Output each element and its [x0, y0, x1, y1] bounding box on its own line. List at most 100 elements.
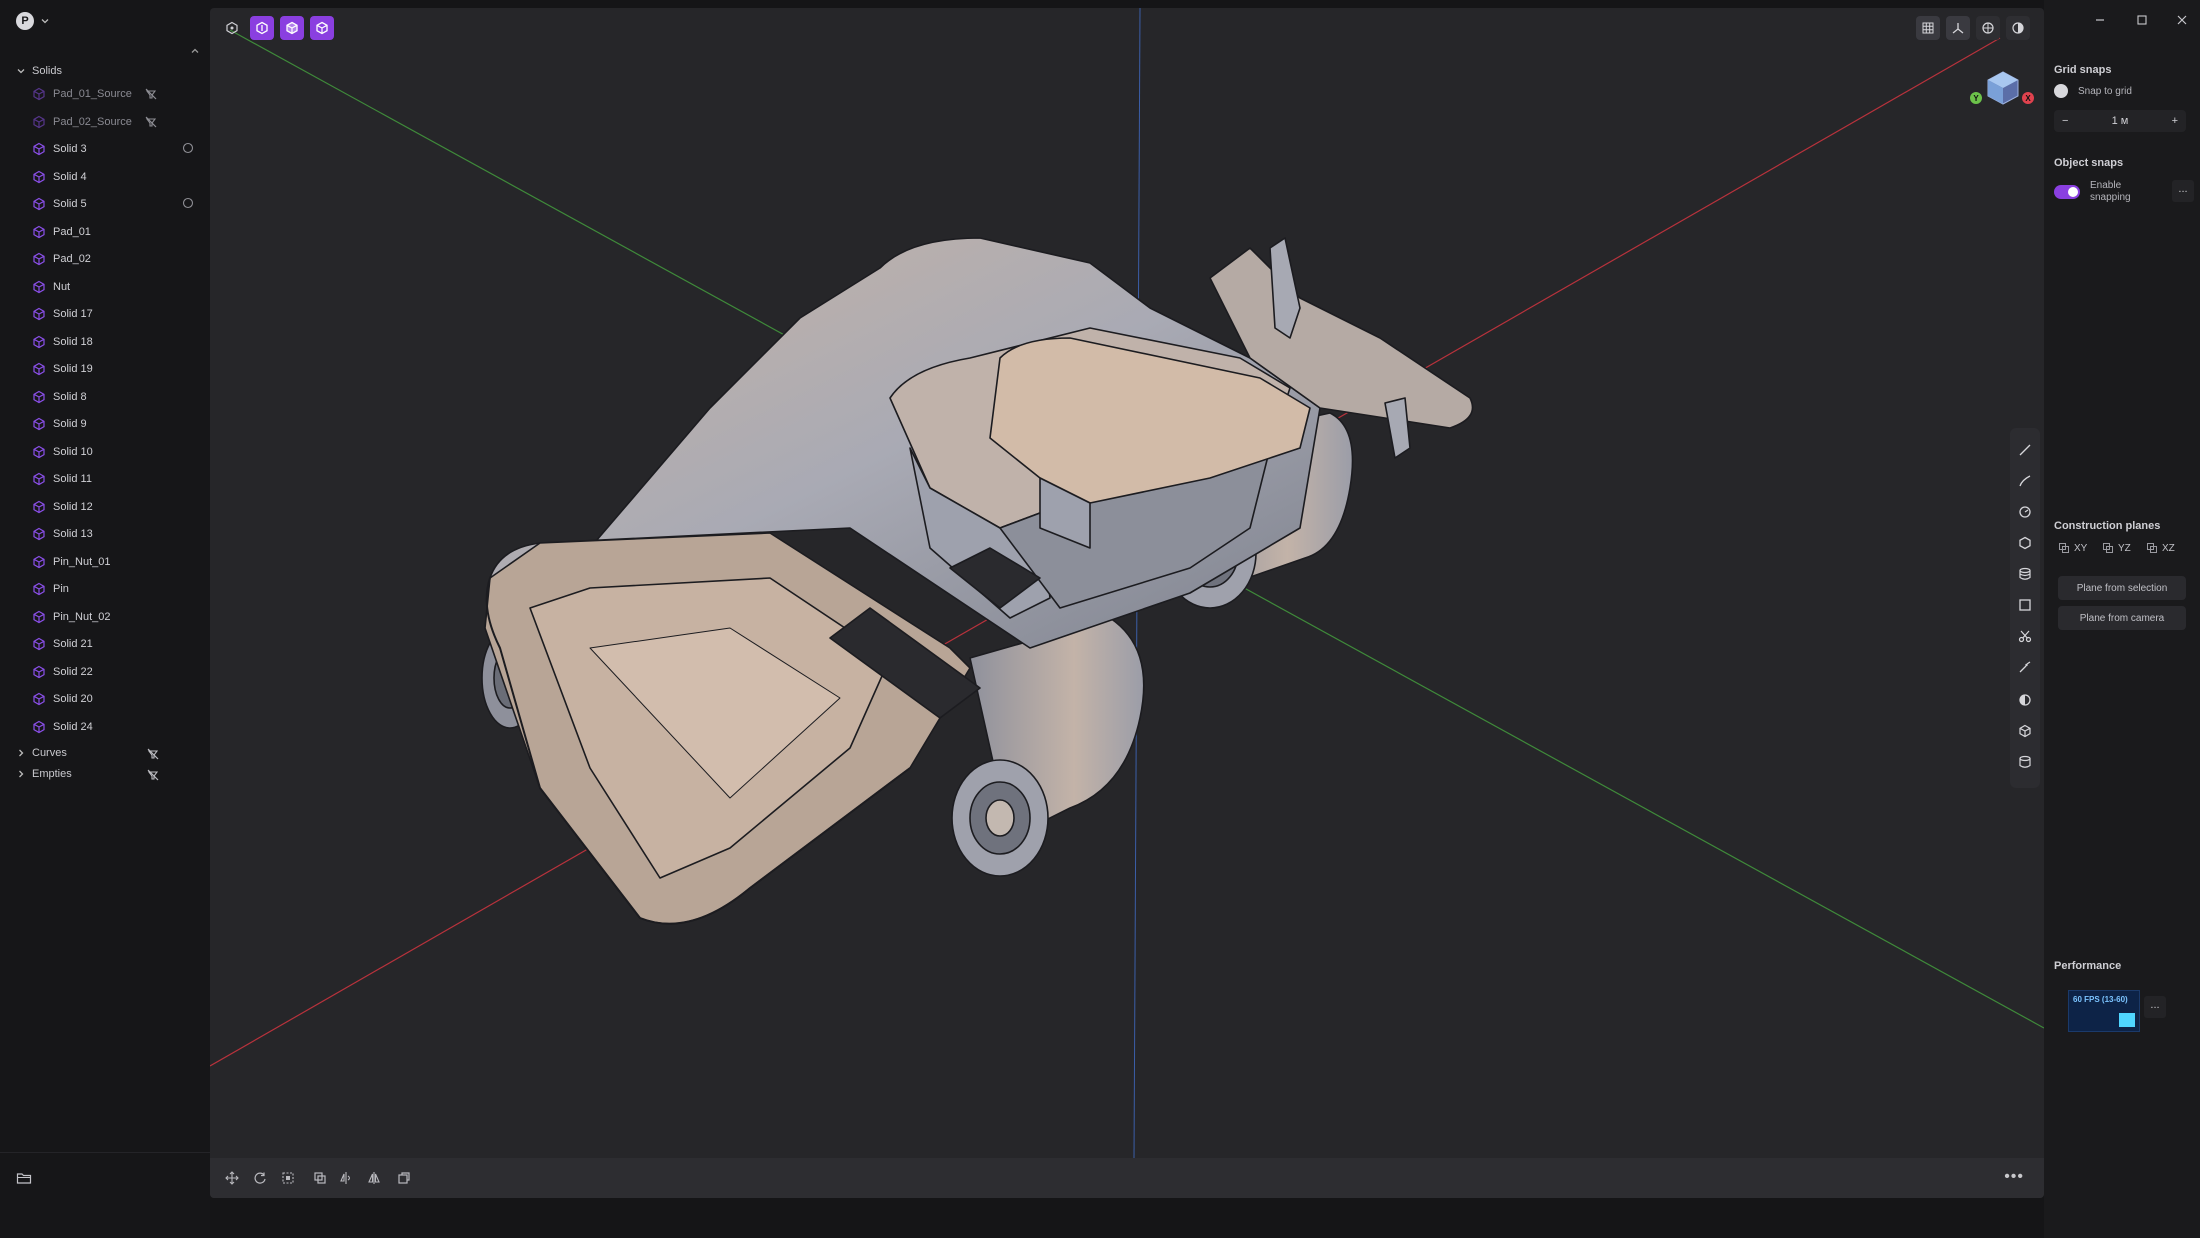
grid-toggle-button[interactable]	[1916, 16, 1940, 40]
tree-item[interactable]: Solid 17	[32, 303, 202, 325]
solid-icon	[32, 225, 46, 239]
plane-yz-button[interactable]: YZ	[2102, 542, 2131, 554]
hidden-icon[interactable]	[146, 747, 160, 761]
transform-toolbar: •••	[210, 1158, 2044, 1198]
tree-item[interactable]: Solid 19	[32, 358, 202, 380]
properties-panel: Grid snaps Snap to grid − 1 м + Object s…	[2044, 0, 2200, 1238]
increment-button[interactable]: +	[2172, 115, 2178, 127]
tree-item[interactable]: Solid 11	[32, 468, 202, 490]
tree-item[interactable]: Pad_01	[32, 221, 202, 243]
more-options-button[interactable]: •••	[2004, 1168, 2024, 1186]
circle-icon[interactable]	[182, 142, 194, 154]
fps-graph[interactable]: 60 FPS (13-60)	[2068, 990, 2140, 1032]
cut-tool-button[interactable]	[2015, 626, 2035, 646]
radio-toggle[interactable]	[2054, 84, 2068, 98]
solid-icon	[32, 637, 46, 651]
scene-canvas[interactable]	[210, 8, 2044, 1198]
tree-item[interactable]: Solid 5	[32, 193, 202, 215]
copy-button[interactable]	[394, 1168, 414, 1188]
tree-item[interactable]: Pad_01_Source	[32, 83, 202, 105]
solid-icon	[32, 610, 46, 624]
tree-item[interactable]: Pin	[32, 578, 202, 600]
collapse-up-icon[interactable]	[190, 46, 200, 56]
plane-xz-button[interactable]: XZ	[2146, 542, 2175, 554]
trim-tool-button[interactable]	[2015, 657, 2035, 677]
enable-snapping-toggle[interactable]: Enable snapping	[2054, 180, 2131, 204]
select-tool-button[interactable]	[220, 16, 244, 40]
hidden-icon[interactable]	[144, 87, 158, 101]
scale-button[interactable]	[278, 1168, 298, 1188]
tree-item[interactable]: Solid 10	[32, 441, 202, 463]
tree-item[interactable]: Solid 8	[32, 386, 202, 408]
snap-to-grid-label: Snap to grid	[2078, 85, 2132, 97]
view-gizmo[interactable]: Y X	[1968, 64, 2038, 120]
shading-mode-button[interactable]	[2006, 16, 2030, 40]
rotate-button[interactable]	[250, 1168, 270, 1188]
tree-item-label: Solid 13	[53, 528, 93, 540]
circle-tool-button[interactable]	[2015, 502, 2035, 522]
chevron-down-icon	[16, 66, 26, 76]
decrement-button[interactable]: −	[2062, 115, 2068, 127]
mirror-button[interactable]	[336, 1168, 356, 1188]
solid-icon	[32, 142, 46, 156]
app-menu[interactable]: P	[16, 12, 50, 30]
tree-item[interactable]: Solid 20	[32, 688, 202, 710]
body-select-button[interactable]	[310, 16, 334, 40]
tree-item[interactable]: Pin_Nut_02	[32, 606, 202, 628]
tree-item[interactable]: Solid 4	[32, 166, 202, 188]
tree-item[interactable]: Pad_02_Source	[32, 111, 202, 133]
axes-toggle-button[interactable]	[1946, 16, 1970, 40]
toggle-switch[interactable]	[2054, 185, 2080, 199]
hidden-icon[interactable]	[146, 768, 160, 782]
grid-step-value[interactable]: 1 м	[2112, 115, 2129, 127]
tree-item[interactable]: Solid 9	[32, 413, 202, 435]
flip-button[interactable]	[364, 1168, 384, 1188]
circle-icon[interactable]	[182, 197, 194, 209]
gizmo-y-label[interactable]: Y	[1970, 92, 1982, 104]
render-mode-button[interactable]	[1976, 16, 2000, 40]
solid-select-button[interactable]	[250, 16, 274, 40]
group-empties[interactable]: Empties	[16, 768, 72, 780]
tree-item[interactable]: Solid 21	[32, 633, 202, 655]
cube-tool-button[interactable]	[2015, 721, 2035, 741]
cylinder-tool-button[interactable]	[2015, 752, 2035, 772]
tree-item[interactable]: Solid 12	[32, 496, 202, 518]
tree-item[interactable]: Solid 22	[32, 661, 202, 683]
tree-item[interactable]: Solid 13	[32, 523, 202, 545]
performance-more-button[interactable]: ...	[2144, 996, 2166, 1018]
tree-item[interactable]: Nut	[32, 276, 202, 298]
rectangle-tool-button[interactable]	[2015, 595, 2035, 615]
sphere-tool-button[interactable]	[2015, 690, 2035, 710]
snap-to-grid-toggle[interactable]: Snap to grid	[2054, 84, 2132, 98]
plane-icon	[2058, 542, 2070, 554]
duplicate-button[interactable]	[310, 1168, 330, 1188]
hidden-icon[interactable]	[144, 115, 158, 129]
grid-step-stepper[interactable]: − 1 м +	[2054, 110, 2186, 132]
plane-from-selection-button[interactable]: Plane from selection	[2058, 576, 2186, 600]
tree-item[interactable]: Solid 24	[32, 716, 202, 738]
3d-viewport[interactable]: Y X •••	[210, 8, 2044, 1198]
stack-tool-button[interactable]	[2015, 564, 2035, 584]
polygon-tool-button[interactable]	[2015, 533, 2035, 553]
object-select-button[interactable]	[280, 16, 304, 40]
gizmo-x-label[interactable]: X	[2022, 92, 2034, 104]
move-button[interactable]	[222, 1168, 242, 1188]
tree-item[interactable]: Pad_02	[32, 248, 202, 270]
group-solids[interactable]: Solids	[16, 65, 62, 77]
model-mesh[interactable]	[481, 237, 1474, 925]
minimize-button[interactable]	[2090, 10, 2110, 30]
tree-item[interactable]: Pin_Nut_01	[32, 551, 202, 573]
folder-icon[interactable]	[16, 1171, 32, 1185]
object-snaps-more-button[interactable]: ...	[2172, 180, 2194, 202]
plane-from-camera-button[interactable]: Plane from camera	[2058, 606, 2186, 630]
tree-item[interactable]: Solid 3	[32, 138, 202, 160]
curve-tool-button[interactable]	[2015, 471, 2035, 491]
close-button[interactable]	[2172, 10, 2192, 30]
line-tool-button[interactable]	[2015, 440, 2035, 460]
maximize-button[interactable]	[2132, 10, 2152, 30]
tree-item[interactable]: Solid 18	[32, 331, 202, 353]
plane-xy-button[interactable]: XY	[2058, 542, 2087, 554]
solid-icon	[32, 500, 46, 514]
enable-snapping-line-1: Enable	[2090, 180, 2122, 191]
group-curves[interactable]: Curves	[16, 747, 67, 759]
